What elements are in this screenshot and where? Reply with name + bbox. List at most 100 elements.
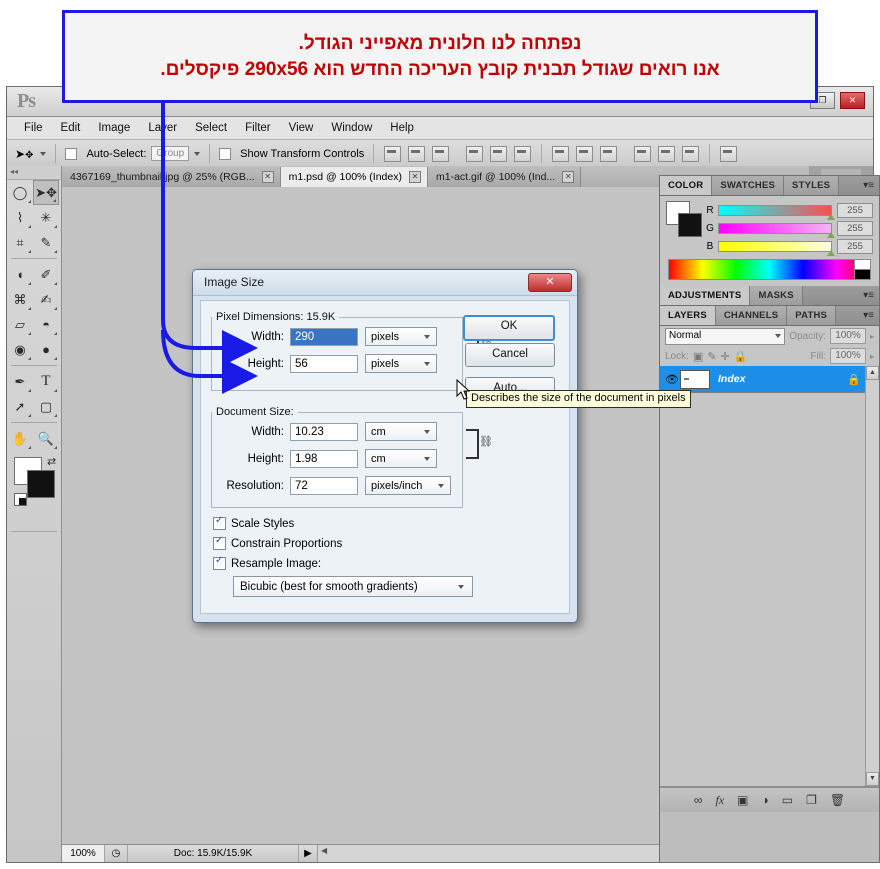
status-menu-arrow-icon[interactable]: ▶	[299, 845, 317, 862]
align-top-icon[interactable]	[384, 145, 402, 162]
menu-item-edit[interactable]: Edit	[52, 122, 90, 134]
tool-magic-wand[interactable]: ✳	[33, 205, 59, 230]
tool-paint-bucket[interactable]: ◓	[33, 312, 59, 337]
fill-chevron-icon[interactable]: ▸	[870, 352, 874, 361]
pixel-height-unit-select[interactable]: pixels	[365, 354, 437, 373]
resolution-unit-select[interactable]: pixels/inch	[365, 476, 451, 495]
chevron-down-icon[interactable]	[424, 335, 430, 339]
auto-align-layers-icon[interactable]	[720, 145, 738, 162]
pixel-width-input[interactable]: 290	[290, 327, 358, 346]
menu-item-window[interactable]: Window	[322, 122, 381, 134]
menu-item-help[interactable]: Help	[381, 122, 423, 134]
scroll-left-button[interactable]: ◀	[321, 846, 327, 855]
palette-grip[interactable]: ◂◂	[7, 166, 61, 180]
channel-value-r[interactable]: 255	[837, 202, 873, 218]
auto-select-checkbox[interactable]	[65, 147, 78, 160]
lock-pixels-icon[interactable]: ✎	[707, 350, 716, 363]
background-color-swatch[interactable]	[678, 213, 702, 237]
close-tab-icon[interactable]: ✕	[409, 171, 421, 183]
tool-lasso[interactable]: ⌇	[7, 205, 33, 230]
menu-item-select[interactable]: Select	[186, 122, 236, 134]
color-spectrum-ramp[interactable]	[668, 259, 871, 280]
opacity-chevron-icon[interactable]: ▸	[870, 332, 874, 341]
delete-layer-icon[interactable]: 🗑	[830, 793, 845, 807]
link-layers-icon[interactable]: ∞	[694, 793, 703, 807]
resample-image-checkbox[interactable]	[213, 555, 226, 570]
document-tab-1[interactable]: 4367169_thumbnail.jpg @ 25% (RGB... ✕	[62, 167, 281, 187]
resample-method-select[interactable]: Bicubic (best for smooth gradients)	[233, 576, 473, 597]
tool-pen[interactable]: ✒	[7, 369, 33, 394]
layer-row-index[interactable]: 👁 Index 🔒	[660, 366, 879, 393]
fill-value[interactable]: 100%	[829, 348, 866, 364]
adjustment-layer-icon[interactable]: ◑	[761, 793, 768, 807]
tool-brush[interactable]: ✐	[33, 262, 59, 287]
align-right-icon[interactable]	[514, 145, 532, 162]
lock-all-icon[interactable]: 🔒	[734, 350, 748, 363]
channel-value-g[interactable]: 255	[837, 220, 873, 236]
tool-move[interactable]: ➤✥	[33, 180, 59, 205]
close-tab-icon[interactable]: ✕	[562, 171, 575, 183]
layer-style-icon[interactable]: fx	[715, 793, 724, 808]
tool-hand[interactable]: ✋	[7, 426, 33, 451]
dialog-close-button[interactable]: ✕	[528, 273, 572, 292]
scroll-down-button[interactable]: ▼	[866, 772, 879, 786]
cancel-button[interactable]: Cancel	[465, 343, 555, 367]
constrain-proportions-row[interactable]: Constrain Proportions	[213, 535, 342, 550]
resolution-input[interactable]: 72	[290, 476, 358, 495]
tab-masks[interactable]: MASKS	[750, 286, 803, 305]
default-colors-icon[interactable]	[14, 493, 27, 506]
tab-layers[interactable]: LAYERS	[660, 306, 716, 325]
slider-thumb-b[interactable]	[827, 249, 835, 256]
tab-color[interactable]: COLOR	[660, 176, 713, 195]
background-color-swatch[interactable]	[27, 470, 55, 498]
distribute-right-icon[interactable]	[682, 145, 700, 162]
tab-swatches[interactable]: SWATCHES	[712, 176, 785, 195]
layer-visibility-icon[interactable]: 👁	[664, 373, 680, 386]
tool-eraser[interactable]: ▱	[7, 312, 33, 337]
lock-position-icon[interactable]: ✛	[721, 350, 730, 363]
slider-thumb-g[interactable]	[827, 231, 835, 238]
channel-value-b[interactable]: 255	[837, 238, 873, 254]
new-group-icon[interactable]: ▭	[782, 793, 793, 807]
align-horizontal-center-icon[interactable]	[490, 145, 508, 162]
doc-width-input[interactable]: 10.23	[290, 422, 358, 441]
tool-eyedropper[interactable]: ✎	[33, 230, 59, 255]
resample-image-row[interactable]: Resample Image:	[213, 555, 321, 570]
auto-select-chevron-icon[interactable]	[194, 151, 201, 156]
new-layer-icon[interactable]: ❐	[806, 793, 817, 807]
panel-menu-icon[interactable]: ▾≡	[858, 286, 879, 305]
chevron-down-icon[interactable]	[775, 333, 782, 338]
tool-history-brush[interactable]: ✍	[33, 287, 59, 312]
distribute-top-icon[interactable]	[552, 145, 570, 162]
document-tab-3[interactable]: m1-act.gif @ 100% (Ind... ✕	[428, 167, 582, 187]
swap-colors-icon[interactable]: ⇄	[47, 455, 56, 468]
tool-dodge[interactable]: ●	[33, 337, 59, 362]
doc-height-input[interactable]: 1.98	[290, 449, 358, 468]
menu-item-image[interactable]: Image	[89, 122, 139, 134]
align-vertical-center-icon[interactable]	[408, 145, 426, 162]
document-tab-2[interactable]: m1.psd @ 100% (Index) ✕	[280, 167, 428, 187]
scroll-up-button[interactable]: ▲	[866, 366, 879, 380]
tool-zoom[interactable]: 🔍	[33, 426, 59, 451]
tab-channels[interactable]: CHANNELS	[715, 306, 788, 325]
tab-styles[interactable]: STYLES	[784, 176, 840, 195]
auto-select-target-select[interactable]: Group	[151, 146, 190, 161]
slider-thumb-r[interactable]	[827, 213, 835, 220]
distribute-hcenter-icon[interactable]	[658, 145, 676, 162]
tool-healing-brush[interactable]: ◖	[7, 262, 33, 287]
tool-type[interactable]: T	[33, 369, 59, 394]
tool-preset-chevron-icon[interactable]	[40, 151, 47, 156]
chevron-down-icon[interactable]	[458, 585, 464, 589]
distribute-left-icon[interactable]	[634, 145, 652, 162]
tool-path-selection[interactable]: ➚	[7, 394, 33, 419]
doc-height-unit-select[interactable]: cm	[365, 449, 437, 468]
constrain-proportions-checkbox[interactable]	[213, 535, 226, 550]
menu-item-layer[interactable]: Layer	[139, 122, 186, 134]
menu-item-file[interactable]: File	[15, 122, 52, 134]
blend-mode-select[interactable]: Normal	[665, 327, 786, 345]
tool-blur[interactable]: ◉	[7, 337, 33, 362]
lock-transparent-icon[interactable]: ▣	[693, 350, 703, 363]
menu-item-filter[interactable]: Filter	[236, 122, 280, 134]
slider-b[interactable]	[718, 240, 835, 256]
chevron-down-icon[interactable]	[424, 457, 430, 461]
